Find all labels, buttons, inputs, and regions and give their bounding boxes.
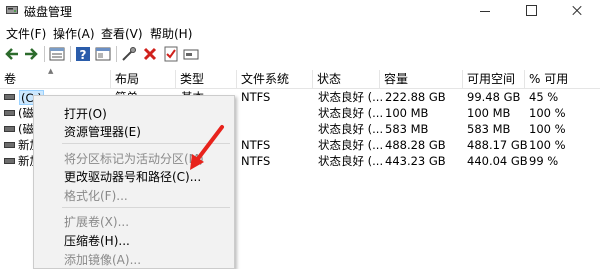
annotation-arrow-icon	[190, 125, 224, 170]
